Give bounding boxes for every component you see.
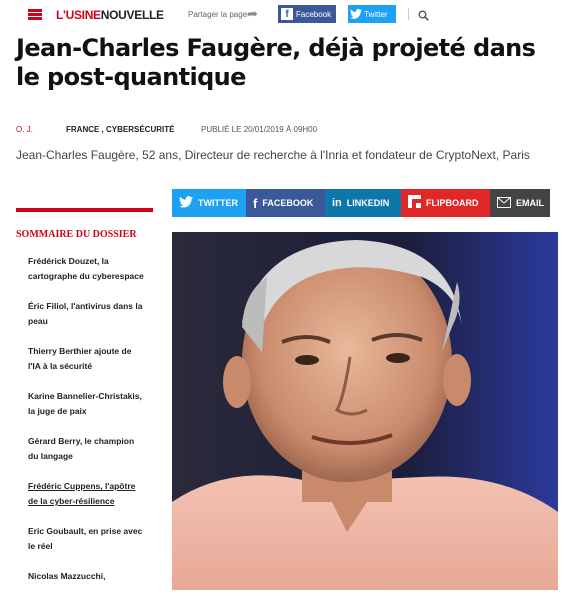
share-linkedin-button[interactable]: in LINKEDIN [325,189,401,217]
flipboard-icon [408,195,421,211]
menu-icon[interactable] [28,9,42,20]
article-title: Jean-Charles Faugère, déjà projeté dans … [16,34,536,91]
article-meta: O. J. FRANCE , CYBERSÉCURITÉ PUBLIÉ LE 2… [16,125,317,134]
article-author[interactable]: O. J. [16,125,66,134]
dossier-item[interactable]: Gérard Berry, le champion du langage [28,434,146,464]
facebook-icon: f [281,8,293,20]
dossier-item[interactable]: Thierry Berthier ajoute de l'IA à la séc… [28,344,146,374]
sidebar-red-rule [16,208,153,212]
header-facebook-label: Facebook [296,9,332,19]
share-linkedin-label: LINKEDIN [346,198,390,208]
dossier-sidebar: SOMMAIRE DU DOSSIER Frédérick Douzet, la… [16,208,153,599]
share-twitter-button[interactable]: TWITTER [172,189,246,217]
article-categories[interactable]: FRANCE , CYBERSÉCURITÉ [66,125,201,134]
dossier-item[interactable]: Karine Bannelier-Christakis, la juge de … [28,389,146,419]
dossier-item[interactable]: Nicolas Mazzucchi, [28,569,146,584]
site-logo[interactable]: L'USINENOUVELLE [56,8,164,22]
dossier-item-active[interactable]: Frédéric Cuppens, l'apôtre de la cyber-r… [28,479,146,509]
share-email-label: EMAIL [516,198,544,208]
logo-part1: L'USINE [56,8,101,22]
share-arrow-icon: ➦ [247,6,258,21]
article-subtitle: Jean-Charles Faugère, 52 ans, Directeur … [16,148,530,162]
search-icon[interactable] [418,8,429,26]
share-page-label: Partager la page [188,10,248,19]
linkedin-icon: in [332,197,342,209]
share-twitter-label: TWITTER [198,198,238,208]
article-date: PUBLIÉ LE 20/01/2019 À 09H00 [201,125,318,134]
email-icon [497,196,511,211]
share-flipboard-label: FLIPBOARD [426,198,479,208]
dossier-item[interactable]: Eric Goubault, en prise avec le réel [28,524,146,554]
share-facebook-label: FACEBOOK [262,198,314,208]
share-facebook-button[interactable]: f FACEBOOK [246,189,325,217]
logo-part2: NOUVELLE [100,8,164,22]
dossier-item[interactable]: Frédérick Douzet, la cartographe du cybe… [28,254,146,284]
share-flipboard-button[interactable]: FLIPBOARD [401,189,490,217]
twitter-icon [348,5,364,23]
header-divider [408,8,409,20]
header-twitter-button[interactable]: Twitter [348,5,396,23]
dossier-list: Frédérick Douzet, la cartographe du cybe… [16,254,153,584]
twitter-icon [179,195,193,211]
article-photo [172,232,558,590]
header-facebook-button[interactable]: f Facebook [278,5,336,23]
dossier-item[interactable]: Éric Filiol, l'antivirus dans la peau [28,299,146,329]
share-bar: TWITTER f FACEBOOK in LINKEDIN FLIPBOARD… [172,189,550,217]
header-twitter-label: Twitter [364,9,388,19]
share-email-button[interactable]: EMAIL [490,189,550,217]
facebook-icon: f [253,195,258,211]
sidebar-heading: SOMMAIRE DU DOSSIER [16,229,137,240]
top-bar: L'USINENOUVELLE Partager la page ➦ f Fac… [0,0,576,30]
